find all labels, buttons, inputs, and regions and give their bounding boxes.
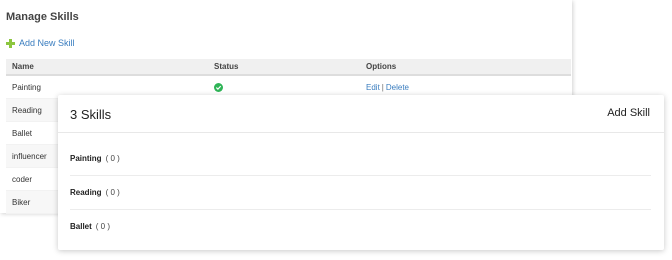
table-header-row: Name Status Options xyxy=(6,59,571,76)
edit-link[interactable]: Edit xyxy=(366,83,380,92)
skill-name: Ballet xyxy=(70,222,92,231)
skill-count: ( 0 ) xyxy=(95,222,111,231)
skills-count-title: 3 Skills xyxy=(70,107,112,122)
skills-card: 3 Skills Add Skill Painting ( 0 ) Readin… xyxy=(58,95,664,250)
plus-icon xyxy=(6,38,15,48)
delete-link[interactable]: Delete xyxy=(386,83,409,92)
skill-count: ( 0 ) xyxy=(105,188,120,197)
skill-count: ( 0 ) xyxy=(105,154,120,163)
add-new-skill-link[interactable]: Add New Skill xyxy=(6,37,75,49)
skills-list: Painting ( 0 ) Reading ( 0 ) Ballet ( 0 … xyxy=(70,142,651,243)
skill-name: Reading xyxy=(70,188,102,197)
skill-name: Painting xyxy=(70,154,102,163)
list-item[interactable]: Painting ( 0 ) xyxy=(70,142,651,176)
card-header: 3 Skills Add Skill xyxy=(58,95,664,133)
column-header-name: Name xyxy=(6,59,208,76)
add-new-skill-label: Add New Skill xyxy=(19,38,75,48)
column-header-options: Options xyxy=(360,59,571,76)
check-circle-icon xyxy=(214,82,223,92)
panel-title: Manage Skills xyxy=(6,11,79,23)
add-skill-button[interactable]: Add Skill xyxy=(607,107,650,119)
list-item[interactable]: Ballet ( 0 ) xyxy=(70,210,651,243)
list-item[interactable]: Reading ( 0 ) xyxy=(70,176,651,210)
column-header-status: Status xyxy=(208,59,360,76)
